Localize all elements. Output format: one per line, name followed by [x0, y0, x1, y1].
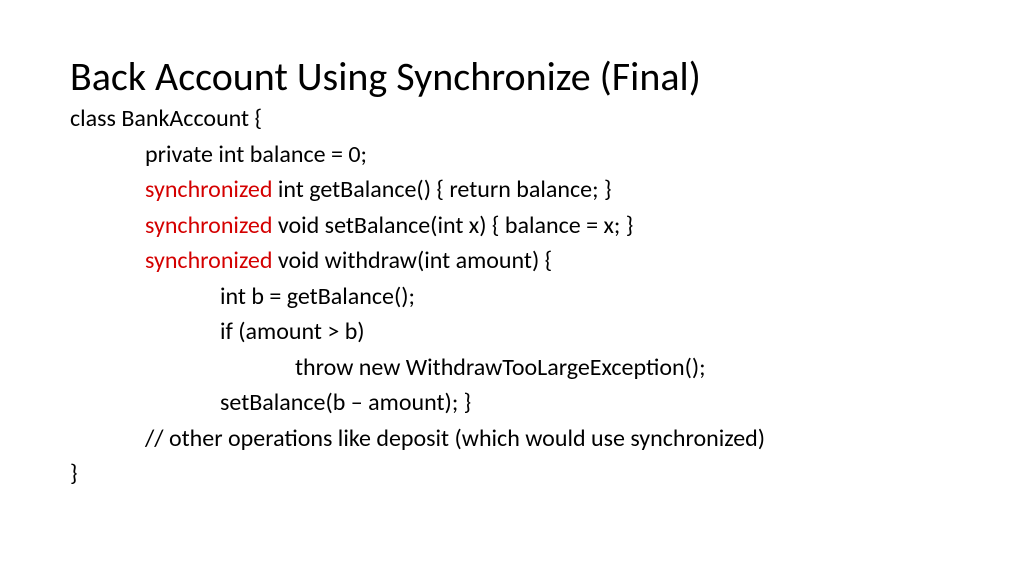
code-line: if (amount > b) [70, 314, 954, 350]
code-line: setBalance(b – amount); } [70, 385, 954, 421]
code-line: throw new WithdrawTooLargeException(); [70, 350, 954, 386]
code-line: synchronized void setBalance(int x) { ba… [70, 208, 954, 244]
code-text: int getBalance() { return balance; } [272, 175, 611, 204]
code-line: class BankAccount { [70, 101, 954, 137]
keyword-synchronized: synchronized [145, 175, 272, 204]
code-text: void withdraw(int amount) { [272, 246, 552, 275]
code-line: private int balance = 0; [70, 137, 954, 173]
code-line: synchronized int getBalance() { return b… [70, 172, 954, 208]
code-line: synchronized void withdraw(int amount) { [70, 243, 954, 279]
code-line: int b = getBalance(); [70, 279, 954, 315]
code-block: class BankAccount { private int balance … [70, 101, 954, 492]
code-line: } [70, 456, 954, 492]
code-text: void setBalance(int x) { balance = x; } [272, 211, 633, 240]
slide: Back Account Using Synchronize (Final) c… [0, 0, 1024, 576]
keyword-synchronized: synchronized [145, 211, 272, 240]
slide-title: Back Account Using Synchronize (Final) [70, 55, 954, 99]
code-line: // other operations like deposit (which … [70, 421, 954, 457]
keyword-synchronized: synchronized [145, 246, 272, 275]
